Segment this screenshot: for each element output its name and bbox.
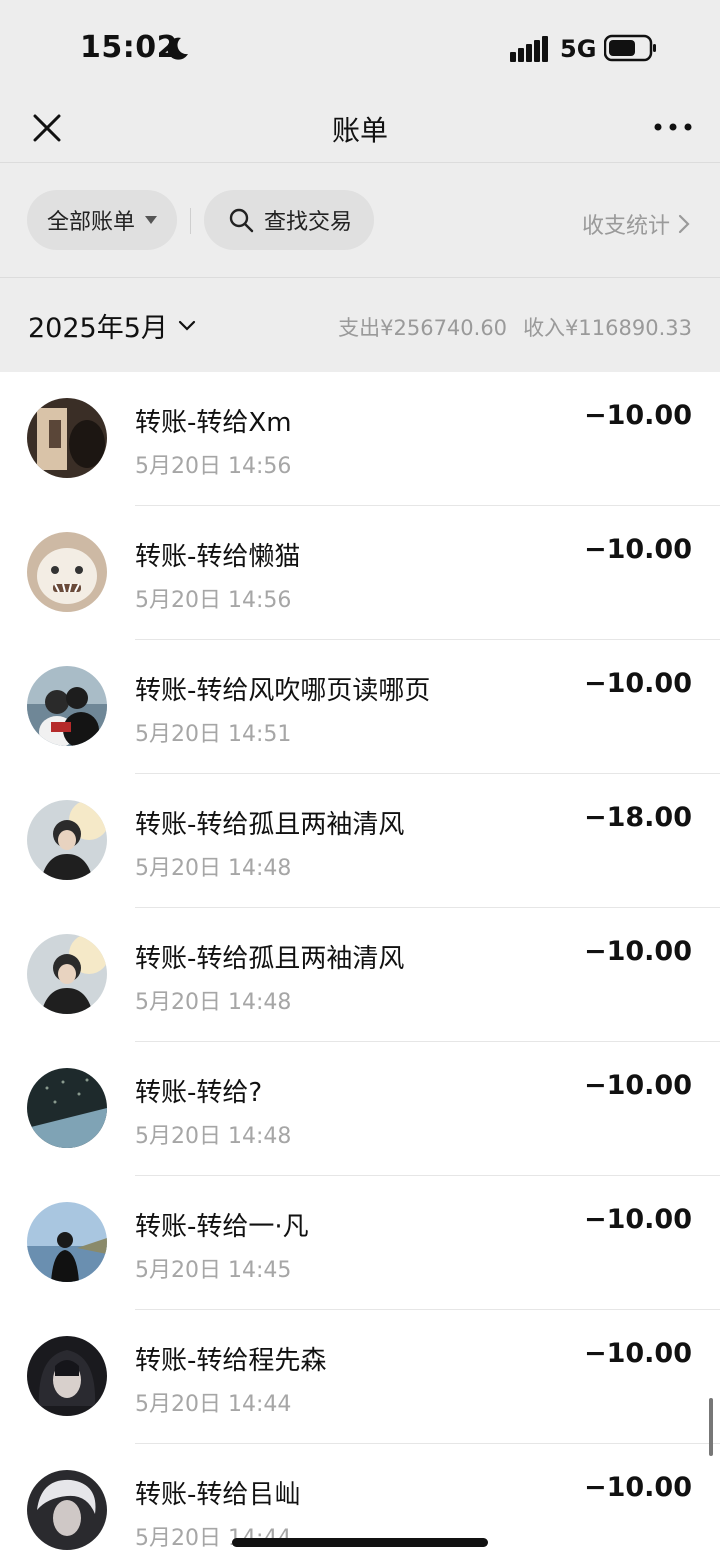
avatar bbox=[27, 398, 107, 478]
transaction-amount: −10.00 bbox=[583, 1472, 692, 1503]
avatar bbox=[27, 934, 107, 1014]
transaction-time: 5月20日 14:44 bbox=[135, 1392, 292, 1417]
transaction-title: 转账-转给程先森 bbox=[135, 1346, 327, 1376]
income-total: 收入¥116890.33 bbox=[523, 316, 692, 340]
avatar bbox=[27, 1068, 107, 1148]
transaction-amount: −18.00 bbox=[583, 802, 692, 833]
transaction-row[interactable]: 转账-转给懒猫 5月20日 14:56 −10.00 bbox=[0, 506, 720, 640]
transaction-title: 转账-转给㠯屾 bbox=[135, 1480, 301, 1510]
nav-bar: 账单 bbox=[0, 95, 720, 163]
search-transactions-button[interactable]: 查找交易 bbox=[204, 190, 374, 250]
transaction-time: 5月20日 14:56 bbox=[135, 454, 292, 479]
transaction-title: 转账-转给Xm bbox=[135, 408, 292, 438]
avatar bbox=[27, 532, 107, 612]
more-icon[interactable] bbox=[652, 117, 694, 137]
avatar bbox=[27, 1336, 107, 1416]
avatar bbox=[27, 1470, 107, 1550]
stats-label: 收支统计 bbox=[581, 214, 670, 239]
status-bar: 15:02 5G bbox=[0, 0, 720, 95]
income-expense-stats-link[interactable]: 收支统计 bbox=[582, 208, 690, 240]
signal-icon bbox=[510, 36, 548, 62]
transaction-row[interactable]: 转账-转给孤且两袖清风 5月20日 14:48 −10.00 bbox=[0, 908, 720, 1042]
home-indicator[interactable] bbox=[232, 1538, 488, 1547]
month-selector[interactable]: 2025年5月 bbox=[28, 306, 196, 345]
transaction-row[interactable]: 转账-转给一·凡 5月20日 14:45 −10.00 bbox=[0, 1176, 720, 1310]
transaction-title: 转账-转给一·凡 bbox=[135, 1212, 309, 1242]
transaction-time: 5月20日 14:48 bbox=[135, 856, 292, 881]
all-bills-label: 全部账单 bbox=[47, 210, 136, 235]
transaction-title: 转账-转给风吹哪页读哪页 bbox=[135, 676, 431, 706]
transaction-time: 5月20日 14:48 bbox=[135, 990, 292, 1015]
search-label: 查找交易 bbox=[264, 210, 353, 235]
transaction-time: 5月20日 14:45 bbox=[135, 1258, 292, 1283]
moon-icon bbox=[167, 37, 188, 60]
transaction-list: 转账-转给Xm 5月20日 14:56 −10.00 转账-转给懒猫 5月20日… bbox=[0, 372, 720, 1560]
search-icon bbox=[229, 208, 254, 233]
chevron-down-icon bbox=[178, 320, 196, 331]
caret-down-icon bbox=[145, 216, 158, 224]
transaction-amount: −10.00 bbox=[583, 534, 692, 565]
transaction-amount: −10.00 bbox=[583, 936, 692, 967]
transaction-amount: −10.00 bbox=[583, 668, 692, 699]
transaction-amount: −10.00 bbox=[583, 400, 692, 431]
avatar bbox=[27, 666, 107, 746]
filter-bar: 全部账单 查找交易 收支统计 bbox=[0, 164, 720, 278]
transaction-row[interactable]: 转账-转给程先森 5月20日 14:44 −10.00 bbox=[0, 1310, 720, 1444]
transaction-time: 5月20日 14:44 bbox=[135, 1526, 292, 1551]
network-label: 5G bbox=[560, 35, 597, 63]
transaction-title: 转账-转给懒猫 bbox=[135, 542, 301, 572]
transaction-amount: −10.00 bbox=[583, 1338, 692, 1369]
scrollbar[interactable] bbox=[709, 1398, 713, 1456]
transaction-title: 转账-转给? bbox=[135, 1078, 263, 1108]
transaction-amount: −10.00 bbox=[583, 1070, 692, 1101]
page-title: 账单 bbox=[331, 114, 388, 147]
transaction-title: 转账-转给孤且两袖清风 bbox=[135, 810, 405, 840]
transaction-row[interactable]: 转账-转给孤且两袖清风 5月20日 14:48 −18.00 bbox=[0, 774, 720, 908]
filter-divider bbox=[190, 208, 191, 234]
transaction-time: 5月20日 14:56 bbox=[135, 588, 292, 613]
chevron-right-icon bbox=[678, 214, 690, 234]
battery-icon bbox=[604, 34, 656, 62]
transaction-row[interactable]: 转账-转给Xm 5月20日 14:56 −10.00 bbox=[0, 372, 720, 506]
month-label: 2025年5月 bbox=[28, 313, 168, 344]
transaction-row[interactable]: 转账-转给? 5月20日 14:48 −10.00 bbox=[0, 1042, 720, 1176]
transaction-row[interactable]: 转账-转给风吹哪页读哪页 5月20日 14:51 −10.00 bbox=[0, 640, 720, 774]
transaction-time: 5月20日 14:51 bbox=[135, 722, 292, 747]
transaction-time: 5月20日 14:48 bbox=[135, 1124, 292, 1149]
transaction-title: 转账-转给孤且两袖清风 bbox=[135, 944, 405, 974]
avatar bbox=[27, 800, 107, 880]
expense-total: 支出¥256740.60 bbox=[338, 316, 508, 340]
month-totals: 支出¥256740.60 收入¥116890.33 bbox=[338, 312, 692, 342]
all-bills-dropdown[interactable]: 全部账单 bbox=[27, 190, 177, 250]
month-summary-bar: 2025年5月 支出¥256740.60 收入¥116890.33 bbox=[0, 278, 720, 372]
transaction-amount: −10.00 bbox=[583, 1204, 692, 1235]
avatar bbox=[27, 1202, 107, 1282]
